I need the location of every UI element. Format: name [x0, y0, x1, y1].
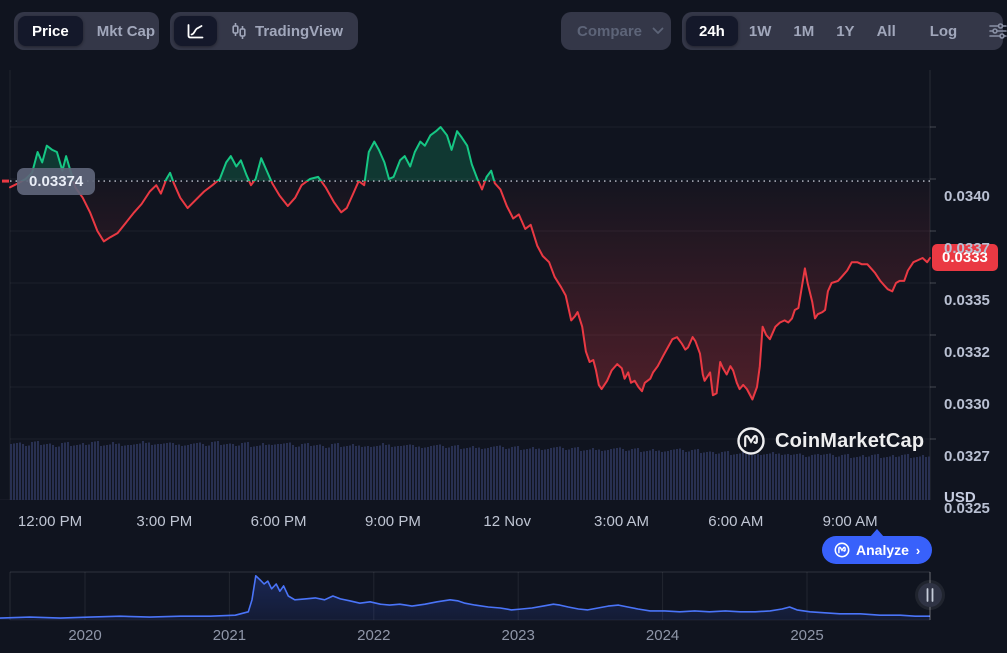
analyze-logo-icon — [834, 542, 850, 558]
range-24h-button[interactable]: 24h — [686, 16, 738, 46]
watermark-text: CoinMarketCap — [775, 430, 924, 453]
y-axis-label: 0.0330 — [944, 396, 1004, 414]
coinmarketcap-watermark: CoinMarketCap — [736, 426, 924, 456]
mktcap-tab[interactable]: Mkt Cap — [83, 16, 169, 46]
x-axis-label: 6:00 PM — [251, 513, 307, 530]
history-minimap[interactable] — [0, 570, 950, 623]
time-range-toggle: 24h 1W 1M 1Y All Log — [682, 12, 1003, 50]
tradingview-label: TradingView — [255, 23, 343, 40]
previous-close-label: 0.03374 — [17, 168, 95, 195]
x-axis-label: 6:00 AM — [708, 513, 763, 530]
minimap-year-label: 2022 — [357, 627, 390, 644]
minimap-year-label: 2025 — [790, 627, 823, 644]
x-axis-label: 12:00 PM — [18, 513, 82, 530]
chart-style-toggle: TradingView — [170, 12, 358, 50]
chart-settings-button[interactable] — [980, 16, 1007, 46]
line-chart-mode-button[interactable] — [174, 16, 217, 46]
chevron-down-icon — [652, 27, 664, 35]
x-axis-label: 9:00 PM — [365, 513, 421, 530]
x-axis-label: 3:00 AM — [594, 513, 649, 530]
price-tab[interactable]: Price — [18, 16, 83, 46]
minimap-scrubber-handle[interactable] — [915, 580, 945, 610]
range-1w-button[interactable]: 1W — [738, 16, 783, 46]
analyze-label: Analyze — [856, 542, 909, 558]
minimap-year-label: 2020 — [68, 627, 101, 644]
x-axis-label: 9:00 AM — [823, 513, 878, 530]
x-axis-label: 12 Nov — [483, 513, 531, 530]
y-axis-unit-label: USD — [944, 489, 976, 506]
analyze-button[interactable]: Analyze › — [822, 536, 932, 564]
y-axis-label: 0.0337 — [944, 240, 1004, 258]
coinmarketcap-chart-page: { "toolbar": { "price_label": "Price", "… — [0, 0, 1007, 653]
chevron-right-icon: › — [916, 543, 920, 558]
y-axis-label: 0.0327 — [944, 448, 1004, 466]
candlestick-icon — [231, 22, 247, 40]
minimap-year-label: 2024 — [646, 627, 679, 644]
line-chart-icon — [186, 23, 205, 40]
minimap-year-label: 2021 — [213, 627, 246, 644]
compare-label: Compare — [577, 23, 642, 40]
y-axis-label: 0.0332 — [944, 344, 1004, 362]
range-all-button[interactable]: All — [866, 16, 907, 46]
compare-dropdown[interactable]: Compare — [561, 12, 671, 50]
x-axis-label: 3:00 PM — [136, 513, 192, 530]
coinmarketcap-logo-icon — [736, 426, 766, 456]
log-scale-button[interactable]: Log — [919, 16, 969, 46]
sliders-icon — [988, 22, 1007, 40]
y-axis-label: 0.0335 — [944, 292, 1004, 310]
range-1y-button[interactable]: 1Y — [825, 16, 865, 46]
minimap-year-label: 2023 — [502, 627, 535, 644]
tradingview-mode-button[interactable]: TradingView — [217, 22, 357, 40]
price-mktcap-toggle: Price Mkt Cap — [14, 12, 159, 50]
range-1m-button[interactable]: 1M — [782, 16, 825, 46]
y-axis-label: 0.0340 — [944, 188, 1004, 206]
